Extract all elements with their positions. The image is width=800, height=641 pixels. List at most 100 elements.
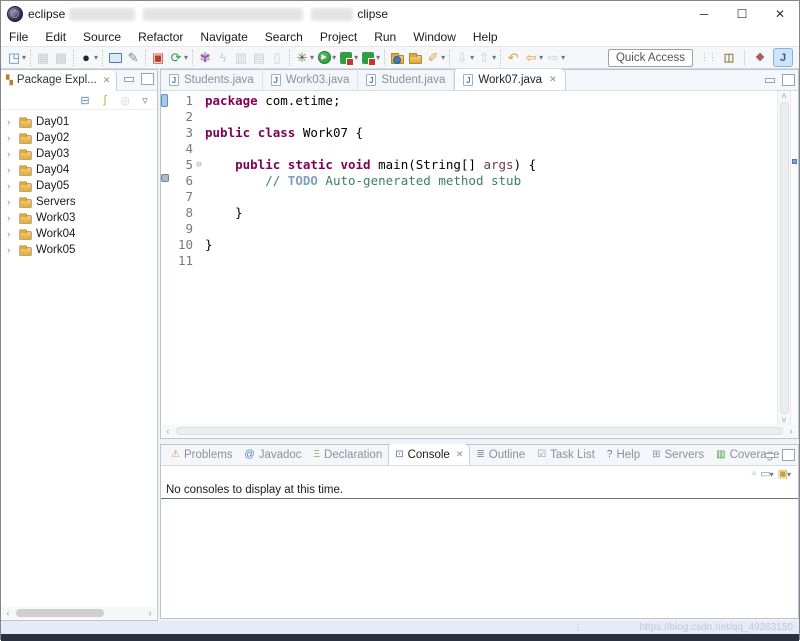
tree-item-work03[interactable]: › Work03 (1, 210, 157, 226)
chevron-down-icon[interactable]: ▾ (354, 53, 358, 62)
link-with-editor-icon[interactable]: ʃ (97, 94, 113, 106)
scroll-down-icon[interactable]: ˅ (778, 415, 790, 425)
coverage-icon[interactable] (337, 49, 355, 67)
console-tab-servers[interactable]: ⊞ Servers (646, 444, 710, 465)
back-icon[interactable]: ⇦ (522, 49, 540, 67)
chevron-right-icon[interactable]: › (7, 197, 15, 208)
new-wizard-icon[interactable]: ◳ (5, 49, 23, 67)
chevron-down-icon[interactable]: ▾ (539, 53, 543, 62)
chevron-down-icon[interactable]: ▾ (470, 53, 474, 62)
chevron-down-icon[interactable]: ▾ (441, 53, 445, 62)
menu-refactor[interactable]: Refactor (138, 30, 183, 44)
menu-source[interactable]: Source (83, 30, 121, 44)
menu-navigate[interactable]: Navigate (200, 30, 247, 44)
quick-access-button[interactable]: Quick Access (607, 48, 693, 67)
chevron-right-icon[interactable]: › (7, 181, 15, 192)
chevron-right-icon[interactable]: › (7, 117, 15, 128)
tree-item-day05[interactable]: › Day05 (1, 178, 157, 194)
tree-item-work04[interactable]: › Work04 (1, 226, 157, 242)
editor-tab-students.java[interactable]: J Students.java (161, 69, 263, 90)
java-perspective-icon[interactable]: J (773, 48, 793, 67)
profile-icon[interactable] (359, 49, 377, 67)
new-plugin-icon[interactable]: ▣ (149, 49, 167, 67)
console-tab-task-list[interactable]: ☑ Task List (531, 444, 601, 465)
scrapbook-icon[interactable]: ✎ (124, 49, 142, 67)
hscroll-thumb[interactable] (16, 609, 104, 617)
close-button[interactable]: ✕ (761, 1, 799, 27)
minimize-editor-icon[interactable] (763, 74, 776, 86)
menu-search[interactable]: Search (265, 30, 303, 44)
console-tab-outline[interactable]: ≣ Outline (470, 444, 531, 465)
chevron-right-icon[interactable]: › (7, 229, 15, 240)
console-tab-problems[interactable]: ⚠ Problems (165, 444, 239, 465)
menu-project[interactable]: Project (320, 30, 357, 44)
forward-icon[interactable]: ⇨ (544, 49, 562, 67)
scroll-right-icon[interactable]: › (785, 426, 797, 436)
menu-run[interactable]: Run (374, 30, 396, 44)
back-history-icon[interactable]: ↶ (504, 49, 522, 67)
chevron-down-icon[interactable]: ▾ (332, 53, 336, 62)
chevron-down-icon[interactable]: ▾ (376, 53, 380, 62)
focus-icon[interactable]: ◎ (117, 94, 133, 107)
tree-item-servers[interactable]: › Servers (1, 194, 157, 210)
minimize-button[interactable]: ─ (685, 1, 723, 27)
tree-item-day04[interactable]: › Day04 (1, 162, 157, 178)
hscroll-thumb[interactable] (176, 427, 783, 435)
chevron-down-icon[interactable]: ▾ (310, 53, 314, 62)
chevron-down-icon[interactable]: ▾ (787, 470, 791, 479)
maximize-view-icon[interactable] (141, 73, 154, 85)
maximize-console-icon[interactable] (782, 449, 795, 461)
maximize-button[interactable]: ☐ (723, 1, 761, 27)
editor-vscrollbar[interactable]: ˄ ˅ (777, 91, 790, 425)
chevron-right-icon[interactable]: › (7, 245, 15, 256)
collapse-all-icon[interactable]: ⊟ (77, 94, 93, 107)
minimize-view-icon[interactable] (122, 73, 135, 85)
chevron-down-icon[interactable]: ▾ (770, 470, 774, 479)
code-editor[interactable]: 1 package com.etime; 2 3 public class Work07… (169, 91, 777, 425)
editor-tab-work03.java[interactable]: J Work03.java (263, 69, 359, 90)
chevron-down-icon[interactable]: ▾ (561, 53, 565, 62)
tree-item-day01[interactable]: › Day01 (1, 114, 157, 130)
scroll-right-icon[interactable]: › (144, 608, 156, 618)
user-profile-icon[interactable]: ● (77, 49, 95, 67)
javaee-perspective-icon[interactable]: ❖ (750, 48, 770, 67)
menu-window[interactable]: Window (413, 30, 456, 44)
close-icon[interactable]: ✕ (456, 449, 464, 460)
debug-icon[interactable]: ✳ (293, 49, 311, 67)
open-perspective-icon[interactable]: ◫ (719, 48, 739, 67)
console-tab-javadoc[interactable]: @ Javadoc (239, 444, 308, 465)
type-hierarchy-icon[interactable]: ✾ (196, 49, 214, 67)
minimize-console-icon[interactable] (763, 449, 776, 461)
console-tab-console[interactable]: ⊡ Console ✕ (388, 444, 471, 465)
chevron-right-icon[interactable]: › (7, 213, 15, 224)
open-web-folder-icon[interactable] (388, 49, 406, 67)
tree-item-day03[interactable]: › Day03 (1, 146, 157, 162)
menu-file[interactable]: File (9, 30, 28, 44)
menu-edit[interactable]: Edit (45, 30, 66, 44)
open-folder-icon[interactable] (406, 49, 424, 67)
chevron-right-icon[interactable]: › (7, 165, 15, 176)
package-explorer-hscrollbar[interactable]: ‹ › (2, 607, 156, 619)
tree-item-work05[interactable]: › Work05 (1, 242, 157, 258)
close-icon[interactable]: ✕ (103, 75, 111, 86)
menu-help[interactable]: Help (473, 30, 498, 44)
pin-console-icon[interactable]: ⌖ (751, 468, 757, 480)
chevron-down-icon[interactable]: ▾ (492, 53, 496, 62)
scroll-left-icon[interactable]: ‹ (2, 608, 14, 618)
close-icon[interactable]: ✕ (549, 74, 557, 85)
run-icon[interactable]: ▶ (315, 49, 333, 67)
vscroll-thumb[interactable] (779, 102, 789, 414)
fold-collapse-icon[interactable]: ⊖ (193, 157, 205, 173)
torch-search-icon[interactable]: ✐ (424, 49, 442, 67)
tree-item-day02[interactable]: › Day02 (1, 130, 157, 146)
chevron-right-icon[interactable]: › (7, 133, 15, 144)
package-explorer-tab[interactable]: ▚ Package Expl... ✕ (1, 69, 118, 91)
maximize-editor-icon[interactable] (782, 74, 795, 86)
view-menu-icon[interactable]: ▿ (137, 94, 153, 107)
chevron-down-icon[interactable]: ▾ (94, 53, 98, 62)
console-tab-declaration[interactable]: Ξ Declaration (308, 444, 389, 465)
open-terminal-icon[interactable] (106, 49, 124, 67)
editor-tab-student.java[interactable]: J Student.java (358, 69, 455, 90)
scroll-up-icon[interactable]: ˄ (778, 91, 790, 101)
scroll-left-icon[interactable]: ‹ (162, 426, 174, 436)
